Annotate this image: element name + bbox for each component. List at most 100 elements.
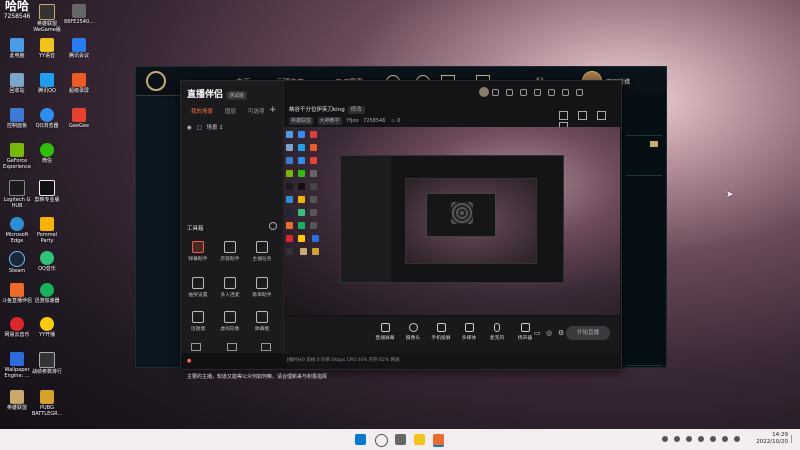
record-icon[interactable]: ▭ bbox=[534, 329, 541, 337]
desktop-icon-edge[interactable]: Microsoft Edge bbox=[0, 217, 34, 244]
tray-icon[interactable] bbox=[662, 436, 668, 442]
tool-lottery[interactable]: 抽奖设置 bbox=[183, 277, 213, 298]
tab-my-scenes[interactable]: 我的场景 bbox=[191, 109, 213, 115]
desktop-icon-yy-live[interactable]: YY开播 bbox=[30, 317, 64, 338]
desktop-icon-lol[interactable]: 英雄联盟 bbox=[0, 390, 34, 411]
screen-recorder-icon bbox=[72, 73, 86, 87]
preview-icon bbox=[298, 131, 305, 138]
desktop-icon-lol-wegame[interactable]: 英雄联盟WeGame版 bbox=[30, 4, 64, 33]
netease-music-icon bbox=[10, 317, 24, 331]
preview-toggle-icon[interactable]: ◎ bbox=[546, 329, 552, 337]
start-live-button[interactable]: 开始直播 bbox=[566, 326, 610, 340]
desktop-icon-steam[interactable]: Steam bbox=[0, 251, 34, 274]
settings-icon[interactable] bbox=[505, 89, 513, 96]
minimize-icon[interactable] bbox=[547, 89, 555, 96]
friends-toggle-icon[interactable] bbox=[650, 141, 658, 147]
show-desktop-button[interactable] bbox=[791, 435, 798, 443]
desktop-icon-netease-music[interactable]: 网易云音乐 bbox=[0, 317, 34, 338]
scene-item[interactable]: ◉ □ 场景 1 bbox=[187, 123, 223, 131]
heat-icon: ♨ bbox=[391, 118, 396, 124]
user-avatar[interactable] bbox=[479, 87, 489, 97]
tool-room-manager[interactable]: 房管助手 bbox=[215, 241, 245, 262]
desktop-icon-wallpaper-engine[interactable]: Wallpaper Engine: ... bbox=[0, 352, 34, 379]
tab-options[interactable]: 可选项 bbox=[248, 109, 265, 115]
edit-title-button[interactable]: 修改 bbox=[347, 106, 365, 114]
gear-icon[interactable]: ⚙ bbox=[558, 329, 564, 337]
gift-icon[interactable] bbox=[559, 111, 568, 120]
tool-song-list[interactable]: 歌单助手 bbox=[247, 277, 277, 298]
shop-icon[interactable] bbox=[577, 111, 587, 120]
desktop-icon-wechat[interactable]: 微信 bbox=[30, 143, 64, 164]
recursive-tunnel bbox=[451, 202, 473, 224]
source-media-button[interactable]: 多媒体 bbox=[454, 323, 484, 341]
mail-icon[interactable] bbox=[519, 89, 527, 96]
tool-avatar[interactable]: 虚拟形象 bbox=[215, 311, 245, 332]
tab-layers[interactable]: 图层 bbox=[225, 109, 236, 115]
tool-extra-icon[interactable] bbox=[191, 343, 201, 351]
desktop-icon-douyu[interactable]: 斗鱼直播伴侣 bbox=[0, 283, 34, 304]
desktop-icon-geegee[interactable]: GeeGee bbox=[62, 108, 96, 129]
desktop-icon-file[interactable]: 86FE2540... bbox=[62, 4, 96, 25]
file-explorer-icon[interactable] bbox=[414, 434, 425, 445]
preview-icon bbox=[310, 144, 317, 151]
maximize-icon[interactable] bbox=[561, 89, 569, 96]
tray-icon[interactable] bbox=[674, 436, 680, 442]
desktop-icon-control-panel[interactable]: 控制面板 bbox=[0, 108, 34, 129]
task-view-icon[interactable] bbox=[395, 434, 406, 445]
microphone-button[interactable]: 麦克风 bbox=[482, 323, 512, 341]
category-chip[interactable]: 英雄联盟 bbox=[289, 117, 314, 125]
streaming-app-window[interactable]: 直播伴侣 测试版 我的场景 图层 可选项 + ◉ □ 场景 1 工具箱 弹幕助手 … bbox=[180, 80, 622, 380]
close-icon[interactable] bbox=[575, 89, 583, 96]
tray-icon[interactable] bbox=[698, 436, 704, 442]
desktop-icon-qq-browser[interactable]: QQ浏览器 bbox=[30, 108, 64, 129]
desktop-icon-pubg[interactable]: PUBG BATTLEGR... bbox=[30, 390, 64, 417]
subcategory-chip[interactable]: 大神教学 bbox=[317, 117, 342, 125]
tray-icon[interactable] bbox=[734, 436, 740, 442]
desktop-icon-logitech[interactable]: Logitech G HUB bbox=[0, 180, 34, 209]
desktop-icon-jianying[interactable]: 剪映专业版 bbox=[30, 180, 64, 203]
desktop-icon-qq[interactable]: 腾讯QQ bbox=[30, 73, 64, 94]
tool-extra-icon[interactable] bbox=[261, 343, 271, 351]
room-id: 7258546 bbox=[363, 118, 386, 124]
desktop-icon-tencent-meeting[interactable]: 腾讯会议 bbox=[62, 38, 96, 59]
desktop-icon-yy[interactable]: YY语音 bbox=[30, 38, 64, 59]
source-screen-button[interactable]: 直播屏幕 bbox=[370, 323, 400, 341]
desktop-icon-network[interactable]: 此电脑 bbox=[0, 38, 34, 59]
skin-icon[interactable] bbox=[492, 89, 499, 96]
toolbox-more-icon[interactable] bbox=[269, 222, 277, 230]
lock-icon[interactable]: □ bbox=[197, 125, 202, 131]
tray-icon[interactable] bbox=[710, 436, 716, 442]
desktop-icon-ranking[interactable]: 战绩参数排行 bbox=[30, 352, 64, 375]
steam-icon bbox=[9, 251, 25, 267]
preview-icon bbox=[286, 196, 293, 203]
search-icon[interactable] bbox=[375, 434, 388, 447]
add-scene-icon[interactable]: + bbox=[269, 105, 277, 115]
tool-danmu-assistant[interactable]: 弹幕助手 bbox=[183, 241, 213, 262]
desktop-icon-xunyou[interactable]: 迅游加速器 bbox=[30, 283, 64, 304]
desktop-icon-screen-recorder[interactable]: 超级录屏 bbox=[62, 73, 96, 94]
preview-icon bbox=[310, 183, 317, 190]
source-phone-cast-button[interactable]: 手机投屏 bbox=[426, 323, 456, 341]
bell-icon[interactable] bbox=[596, 111, 606, 120]
tool-topic-wall[interactable]: 话题墙 bbox=[183, 311, 213, 332]
desktop-icon-recycle-bin[interactable]: 回收站 bbox=[0, 73, 34, 94]
start-icon[interactable] bbox=[355, 434, 366, 445]
streaming-app-taskbar-icon[interactable] bbox=[433, 434, 444, 447]
lol-logo-icon[interactable] bbox=[146, 71, 166, 91]
tray-icon[interactable] bbox=[686, 436, 692, 442]
desktop-icon-qq-music[interactable]: QQ音乐 bbox=[30, 251, 64, 272]
desktop-icon-geforce[interactable]: GeForce Experience bbox=[0, 143, 34, 170]
tool-streamer-tasks[interactable]: 主播任务 bbox=[247, 241, 277, 262]
stream-title[interactable]: 峡谷千分位伊芙刀king 修改 bbox=[289, 105, 365, 114]
clock[interactable]: 14:29 2022/10/20 bbox=[756, 432, 788, 446]
tool-extra-icon[interactable] bbox=[227, 343, 237, 351]
lottery-icon bbox=[192, 277, 204, 289]
tool-danmu-box[interactable]: 弹幕框 bbox=[247, 311, 277, 332]
menu-icon[interactable] bbox=[533, 89, 541, 96]
source-camera-button[interactable]: 摄像头 bbox=[398, 323, 428, 341]
stream-preview[interactable] bbox=[284, 127, 620, 315]
desktop-icon-pommel-party[interactable]: Pommel Party bbox=[30, 217, 64, 244]
tool-multi-mic[interactable]: 多人连麦 bbox=[215, 277, 245, 298]
eye-icon[interactable]: ◉ bbox=[187, 125, 192, 131]
tray-icon[interactable] bbox=[722, 436, 728, 442]
